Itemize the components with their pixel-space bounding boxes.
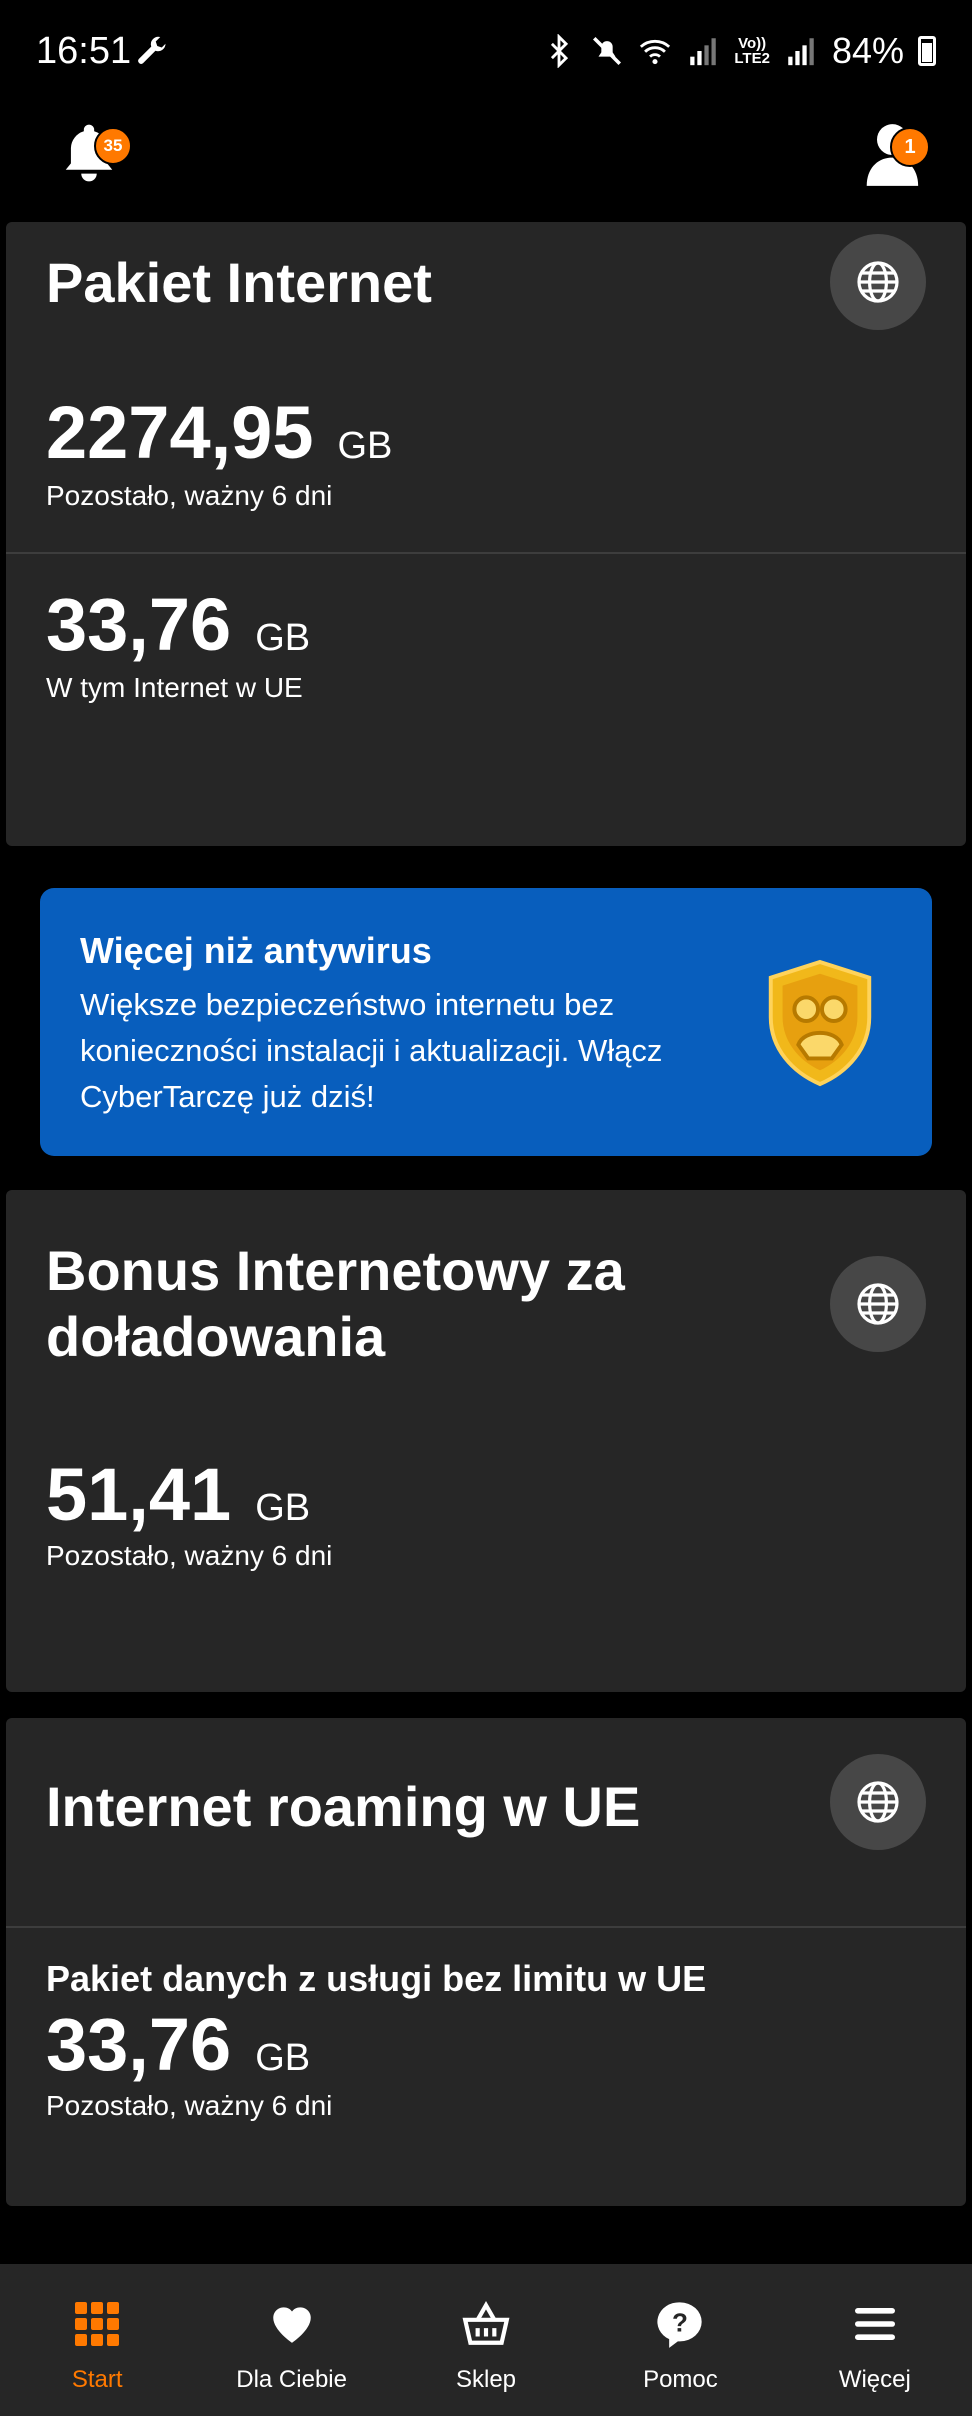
nav-label: Start xyxy=(71,2366,123,2393)
card-title: Pakiet Internet xyxy=(46,251,432,314)
promo-text: Większe bezpieczeństwo internetu bez kon… xyxy=(80,987,663,1114)
nav-item-sklep[interactable]: Sklep xyxy=(389,2264,583,2416)
status-bar: 16:51 Vo)) LTE2 84% xyxy=(0,0,972,105)
globe-button[interactable] xyxy=(830,1754,926,1850)
nav-item-start[interactable]: Start xyxy=(0,2264,194,2416)
globe-icon xyxy=(857,261,899,303)
internet-roaming-card[interactable]: Internet roaming w UE Pakiet danych z us… xyxy=(6,1718,966,2206)
menu-icon xyxy=(849,2298,901,2350)
nav-label: Sklep xyxy=(455,2366,517,2393)
volte-indicator: Vo)) LTE2 xyxy=(734,35,770,67)
app-screen: 16:51 Vo)) LTE2 84% 35 1 Pakiet Internet… xyxy=(0,0,972,2416)
roaming-amount: 33,76 GB xyxy=(46,2002,310,2087)
card-title: Internet roaming w UE xyxy=(46,1775,641,1838)
svg-text:?: ? xyxy=(672,2308,688,2338)
grid-icon xyxy=(71,2298,123,2350)
globe-icon xyxy=(857,1283,899,1325)
pakiet-internet-card[interactable]: Pakiet Internet 2274,95 GB Pozostało, wa… xyxy=(6,222,966,846)
wifi-icon xyxy=(640,39,671,65)
amount-unit: GB xyxy=(337,425,393,467)
profile-badge: 1 xyxy=(890,127,930,167)
battery-icon xyxy=(918,36,936,66)
amount-unit: GB xyxy=(255,617,311,659)
nav-label: Pomoc xyxy=(643,2366,718,2393)
validity-caption: Pozostało, ważny 6 dni xyxy=(46,2090,333,2121)
remaining-amount: 51,41 GB xyxy=(46,1452,310,1537)
globe-button[interactable] xyxy=(830,234,926,330)
card-title-line1: Bonus Internetowy za xyxy=(46,1239,625,1302)
help-bubble-icon: ? xyxy=(654,2298,706,2350)
eu-amount: 33,76 GB xyxy=(46,582,310,667)
status-icons: Vo)) LTE2 84% xyxy=(542,30,936,72)
roaming-subtitle: Pakiet danych z usługi bez limitu w UE xyxy=(46,1958,707,1999)
amount-value: 33,76 xyxy=(46,583,232,666)
mute-icon xyxy=(593,36,622,66)
amount-value: 2274,95 xyxy=(46,391,314,474)
amount-unit: GB xyxy=(255,2037,311,2079)
battery-percent: 84% xyxy=(831,30,904,71)
divider xyxy=(6,552,966,554)
amount-value: 33,76 xyxy=(46,2003,232,2086)
nav-item-pomoc[interactable]: ? Pomoc xyxy=(583,2264,777,2416)
globe-icon xyxy=(857,1781,899,1823)
card-title-line2: doładowania xyxy=(46,1305,386,1368)
basket-icon xyxy=(460,2298,512,2350)
validity-caption: Pozostało, ważny 6 dni xyxy=(46,1540,333,1571)
heart-icon xyxy=(266,2298,318,2350)
status-time: 16:51 xyxy=(36,30,132,72)
bottom-navigation: Start Dla Ciebie Sklep ? Pomoc Więcej xyxy=(0,2264,972,2416)
wrench-icon xyxy=(138,36,167,64)
eu-caption: W tym Internet w UE xyxy=(46,672,303,703)
bluetooth-icon xyxy=(551,34,569,68)
validity-caption: Pozostało, ważny 6 dni xyxy=(46,480,333,511)
remaining-amount: 2274,95 GB xyxy=(46,390,392,475)
nav-item-wiecej[interactable]: Więcej xyxy=(778,2264,972,2416)
nav-item-dla-ciebie[interactable]: Dla Ciebie xyxy=(194,2264,388,2416)
signal-icon-2 xyxy=(788,38,814,66)
amount-value: 51,41 xyxy=(46,1453,232,1536)
top-bar xyxy=(0,105,972,220)
notifications-badge: 35 xyxy=(94,127,132,165)
divider xyxy=(6,1926,966,1928)
cybertarcza-promo-banner[interactable]: Więcej niż antywirus Większe bezpieczeńs… xyxy=(40,888,932,1156)
promo-title: Więcej niż antywirus xyxy=(80,930,432,971)
shield-icon xyxy=(768,959,872,1087)
amount-unit: GB xyxy=(255,1487,311,1529)
bonus-internetowy-card[interactable]: Bonus Internetowy za doładowania 51,41 G… xyxy=(6,1190,966,1692)
signal-icon xyxy=(690,38,717,66)
globe-button[interactable] xyxy=(830,1256,926,1352)
nav-label: Więcej xyxy=(838,2366,911,2393)
nav-label: Dla Ciebie xyxy=(236,2366,347,2393)
